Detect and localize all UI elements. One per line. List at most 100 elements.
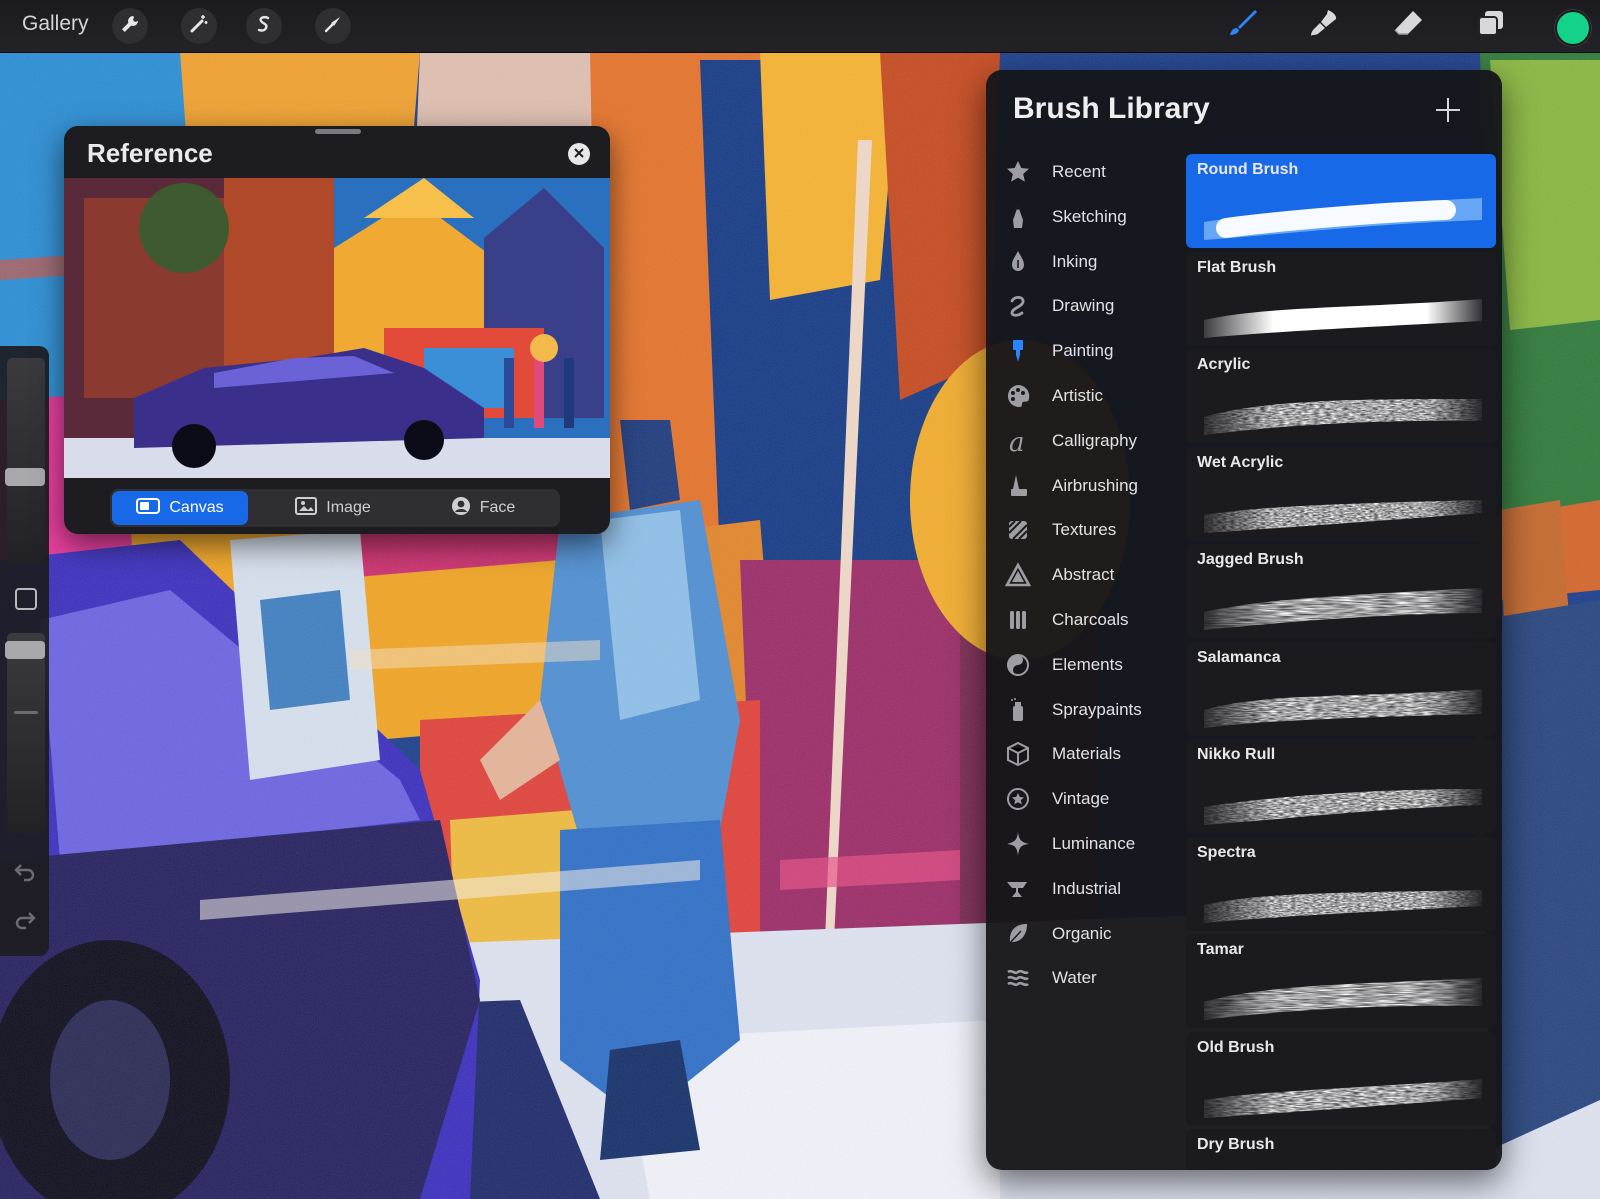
category-drawing[interactable]: Drawing <box>1004 287 1184 325</box>
layers-icon <box>1474 7 1508 46</box>
undo-icon <box>13 862 37 887</box>
smudge-icon <box>1307 7 1341 46</box>
reference-title: Reference <box>87 138 213 168</box>
smudge-tool-button[interactable] <box>1307 9 1341 43</box>
paintbrush-icon <box>1004 337 1032 365</box>
brush-library-panel: Brush Library Recent Sketching Inking Drawi… <box>986 70 1502 1170</box>
brush-name: Wet Acrylic <box>1197 453 1284 471</box>
brush-name: Acrylic <box>1197 356 1251 373</box>
yin-yang-icon <box>1004 651 1032 679</box>
cube-icon <box>1004 740 1032 768</box>
spray-can-icon <box>1004 696 1032 724</box>
reference-mode-selector: Canvas Image Face <box>110 489 560 527</box>
category-industrial[interactable]: Industrial <box>1004 870 1184 908</box>
brush-old-brush[interactable]: Old Brush <box>1186 1031 1496 1126</box>
category-luminance[interactable]: Luminance <box>1004 825 1184 863</box>
category-organic[interactable]: Organic <box>1004 915 1184 953</box>
brush-size-thumb[interactable] <box>5 468 45 486</box>
adjustments-button[interactable] <box>181 8 217 44</box>
brush-acrylic[interactable]: Acrylic <box>1186 349 1496 443</box>
category-spraypaints[interactable]: Spraypaints <box>1004 691 1184 729</box>
category-label: Water <box>1052 968 1097 988</box>
brush-stroke-preview <box>1196 865 1490 927</box>
brush-flat-brush[interactable]: Flat Brush <box>1186 251 1496 346</box>
reference-close-button[interactable] <box>568 143 590 165</box>
tab-image[interactable]: Image <box>265 491 401 525</box>
modify-button[interactable] <box>15 588 37 610</box>
category-vintage[interactable]: Vintage <box>1004 780 1184 818</box>
brush-spectra[interactable]: Spectra <box>1186 836 1496 931</box>
reference-grabber[interactable] <box>315 129 361 134</box>
opacity-slider[interactable] <box>5 633 45 833</box>
category-elements[interactable]: Elements <box>1004 646 1184 684</box>
triangle-icon <box>1004 561 1032 589</box>
canvas-icon <box>136 497 161 519</box>
brush-nikko-rull[interactable]: Nikko Rull <box>1186 739 1496 833</box>
category-sketching[interactable]: Sketching <box>1004 198 1184 236</box>
undo-button[interactable] <box>12 862 38 886</box>
brush-dry-brush[interactable]: Dry Brush <box>1186 1129 1496 1170</box>
gallery-button[interactable]: Gallery <box>22 12 89 36</box>
brush-salamanca[interactable]: Salamanca <box>1186 641 1496 736</box>
opacity-thumb[interactable] <box>5 641 45 659</box>
category-airbrushing[interactable]: Airbrushing <box>1004 467 1184 505</box>
tab-canvas[interactable]: Canvas <box>112 491 248 525</box>
category-label: Luminance <box>1052 834 1136 853</box>
category-materials[interactable]: Materials <box>1004 735 1184 773</box>
slider-divider <box>14 711 38 714</box>
category-label: Recent <box>1052 162 1106 181</box>
color-picker-button[interactable] <box>1555 10 1591 46</box>
eraser-tool-button[interactable] <box>1391 9 1425 43</box>
reference-window: Reference Canvas Image Face <box>64 126 610 534</box>
eraser-icon <box>1391 7 1425 46</box>
brush-tamar[interactable]: Tamar <box>1186 934 1496 1028</box>
brush-name: Dry Brush <box>1197 1136 1275 1153</box>
category-artistic[interactable]: Artistic <box>1004 377 1184 415</box>
category-water[interactable]: Water <box>1004 959 1184 997</box>
brush-stroke-preview <box>1196 182 1490 244</box>
brush-tool-button[interactable] <box>1225 9 1259 43</box>
brush-size-slider[interactable] <box>5 358 45 563</box>
category-textures[interactable]: Textures <box>1004 511 1184 549</box>
transform-arrow-icon <box>323 14 343 39</box>
brush-name: Salamanca <box>1197 648 1281 666</box>
category-label: Industrial <box>1052 878 1121 898</box>
category-abstract[interactable]: Abstract <box>1004 556 1184 594</box>
actions-wrench-button[interactable] <box>112 8 148 44</box>
brush-icon <box>1225 7 1259 46</box>
brush-stroke-preview <box>1196 962 1490 1024</box>
category-charcoals[interactable]: Charcoals <box>1004 601 1184 639</box>
brush-name: Flat Brush <box>1197 258 1277 276</box>
transform-button[interactable] <box>315 8 351 44</box>
category-label: Drawing <box>1052 296 1115 316</box>
category-recent[interactable]: Recent <box>1004 153 1184 191</box>
brush-library-title: Brush Library <box>1013 92 1210 125</box>
category-calligraphy[interactable]: a Calligraphy <box>1004 422 1184 460</box>
add-brush-button[interactable] <box>1433 95 1463 125</box>
category-label: Inking <box>1052 251 1098 271</box>
top-toolbar: Gallery <box>0 0 1600 53</box>
category-label: Calligraphy <box>1052 430 1138 450</box>
face-icon <box>451 496 471 521</box>
charcoal-icon <box>1004 606 1032 634</box>
tab-face[interactable]: Face <box>415 491 551 525</box>
magic-wand-icon <box>189 14 209 39</box>
selection-button[interactable] <box>246 8 282 44</box>
ink-drop-icon <box>1004 248 1032 276</box>
layers-button[interactable] <box>1474 9 1508 43</box>
category-painting[interactable]: Painting <box>1004 332 1184 370</box>
plus-icon <box>1433 98 1463 129</box>
brush-name: Round Brush <box>1197 161 1299 178</box>
palette-icon <box>1004 382 1032 410</box>
brush-wet-acrylic[interactable]: Wet Acrylic <box>1186 446 1496 541</box>
redo-button[interactable] <box>12 910 38 934</box>
category-label: Airbrushing <box>1052 475 1138 495</box>
brush-name: Nikko Rull <box>1197 746 1276 763</box>
wrench-icon <box>120 14 140 39</box>
category-label: Materials <box>1052 744 1121 764</box>
close-icon <box>574 145 584 163</box>
category-inking[interactable]: Inking <box>1004 243 1184 281</box>
left-sidebar <box>0 346 49 956</box>
brush-jagged-brush[interactable]: Jagged Brush <box>1186 544 1496 638</box>
brush-round-brush[interactable]: Round Brush <box>1186 154 1496 248</box>
